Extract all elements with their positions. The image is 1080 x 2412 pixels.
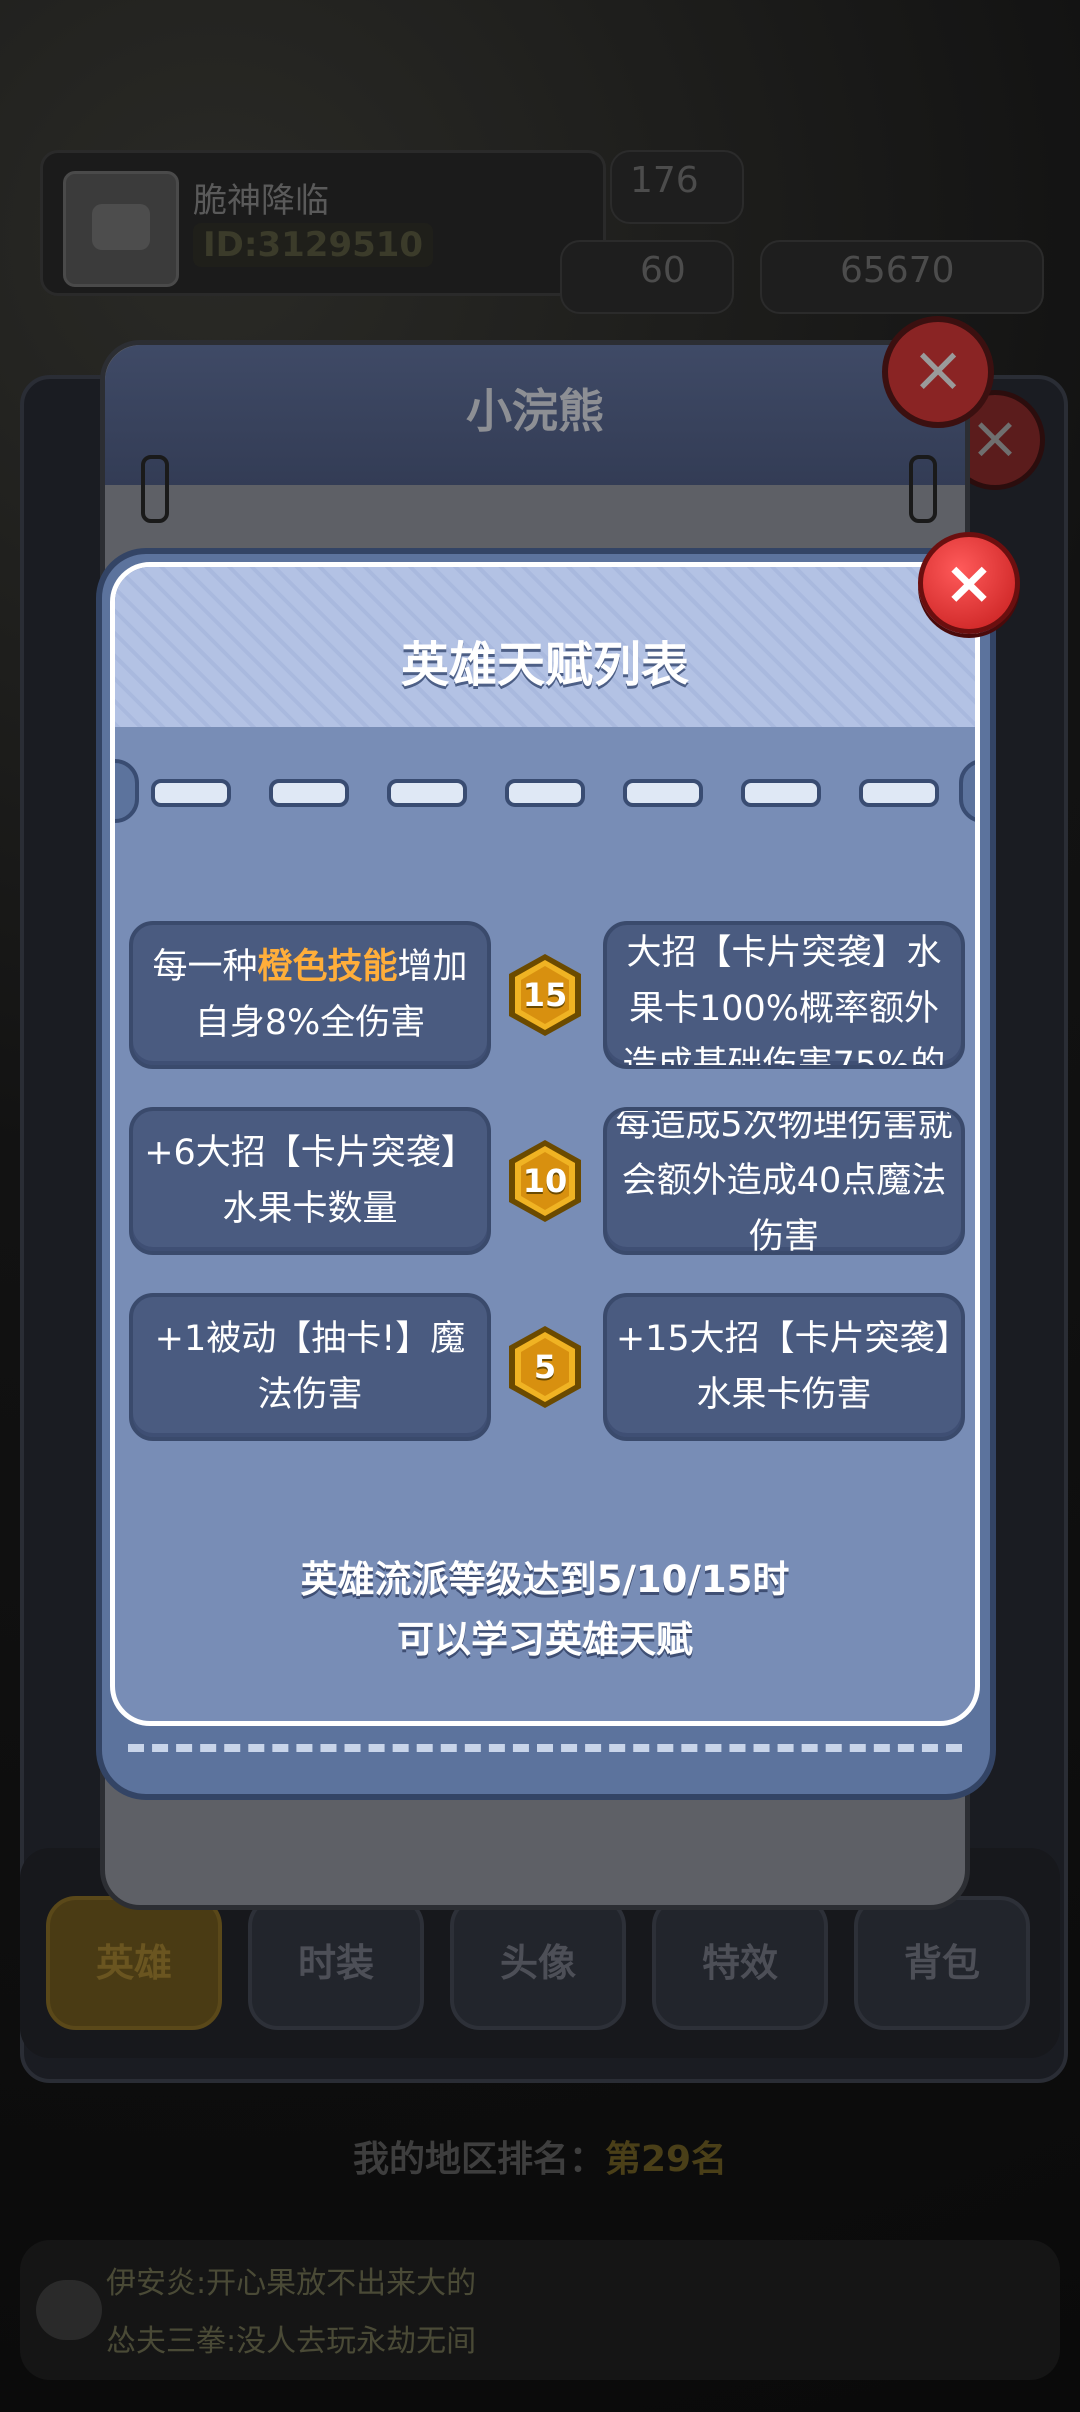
level-number: 15	[522, 976, 568, 1014]
level-badge-5: 5	[507, 1324, 583, 1410]
talent-list-content: 英雄天赋列表 每一种橙色技能增加自身8%全伤害 15 大招【卡片突袭】水果卡10…	[110, 562, 980, 1726]
divider-dash	[623, 779, 703, 807]
modal-bottom-divider	[128, 1744, 962, 1752]
player-id: ID:3129510	[193, 223, 434, 267]
divider-dash	[741, 779, 821, 807]
talent-text: 每一种橙色技能增加自身8%全伤害	[139, 939, 481, 1051]
chat-line: 怂夫三拳:没人去玩永劫无间	[106, 2324, 477, 2359]
chat-line: 伊安炎:开心果放不出来大的	[106, 2266, 477, 2301]
chat-box[interactable]: 伊安炎:开心果放不出来大的 怂夫三拳:没人去玩永劫无间	[20, 2240, 1060, 2380]
talent-text: +1被动【抽卡!】魔法伤害	[154, 1319, 466, 1415]
talent-highlight: 橙色技能	[257, 947, 398, 987]
panel-header: 小浣熊	[105, 345, 965, 485]
gem-count: 60	[640, 250, 686, 291]
talent-text: +6大招【卡片突袭】水果卡数量	[144, 1133, 476, 1229]
rank-value: 第29名	[604, 2139, 728, 2180]
divider-dash	[505, 779, 585, 807]
notch-left	[115, 759, 139, 823]
talent-text: +15大招【卡片突袭】水果卡伤害	[615, 1319, 953, 1415]
tab-hero[interactable]: 英雄	[46, 1896, 222, 2030]
unlock-hint-line2: 可以学习英雄天赋	[397, 1618, 693, 1661]
talent-text-part: 每一种	[152, 947, 258, 987]
talent-text: 每造成5次物理伤害就会额外造成40点魔法伤害	[615, 1107, 953, 1255]
modal-header: 英雄天赋列表	[115, 567, 975, 727]
pin-icon	[909, 455, 937, 523]
tab-backpack[interactable]: 背包	[854, 1896, 1030, 2030]
divider-dash	[269, 779, 349, 807]
notch-right	[959, 759, 975, 823]
talent-card-10-right: 每造成5次物理伤害就会额外造成40点魔法伤害	[603, 1107, 965, 1255]
close-icon[interactable]: ×	[918, 532, 1020, 634]
player-profile-card: 脆神降临 ID:3129510	[40, 150, 606, 296]
avatar	[63, 171, 179, 287]
divider-dash	[387, 779, 467, 807]
talent-text: 大招【卡片突袭】水果卡100%概率额外造成基础伤害75%的魔法伤害	[622, 933, 946, 1069]
tab-effects[interactable]: 特效	[652, 1896, 828, 2030]
chat-bubble-icon	[36, 2280, 102, 2340]
level-number: 5	[533, 1348, 557, 1386]
modal-title: 英雄天赋列表	[400, 637, 689, 693]
coin-count: 65670	[840, 250, 955, 291]
talent-card-15-left: 每一种橙色技能增加自身8%全伤害	[129, 921, 491, 1069]
divider-dash	[151, 779, 231, 807]
stat-top-value: 176	[630, 160, 699, 201]
tab-costume[interactable]: 时装	[248, 1896, 424, 2030]
panel-title: 小浣熊	[466, 384, 604, 438]
talent-card-5-right: +15大招【卡片突袭】水果卡伤害	[603, 1293, 965, 1441]
talent-list-modal: 英雄天赋列表 每一种橙色技能增加自身8%全伤害 15 大招【卡片突袭】水果卡10…	[96, 548, 996, 1800]
avatar-face	[92, 204, 150, 250]
talent-card-15-right: 大招【卡片突袭】水果卡100%概率额外造成基础伤害75%的魔法伤害	[603, 921, 965, 1069]
rank-label: 我的地区排名：	[352, 2139, 605, 2180]
talent-card-5-left: +1被动【抽卡!】魔法伤害	[129, 1293, 491, 1441]
tab-avatar[interactable]: 头像	[450, 1896, 626, 2030]
region-rank: 我的地区排名：第29名	[0, 2130, 1080, 2182]
unlock-hint-line1: 英雄流派等级达到5/10/15时	[300, 1558, 790, 1601]
level-number: 10	[522, 1162, 568, 1200]
pin-icon	[141, 455, 169, 523]
level-badge-10: 10	[507, 1138, 583, 1224]
player-name: 脆神降临	[193, 181, 329, 221]
talent-card-10-left: +6大招【卡片突袭】水果卡数量	[129, 1107, 491, 1255]
divider-dash	[859, 779, 939, 807]
level-badge-15: 15	[507, 952, 583, 1038]
close-icon[interactable]: ×	[882, 316, 994, 428]
